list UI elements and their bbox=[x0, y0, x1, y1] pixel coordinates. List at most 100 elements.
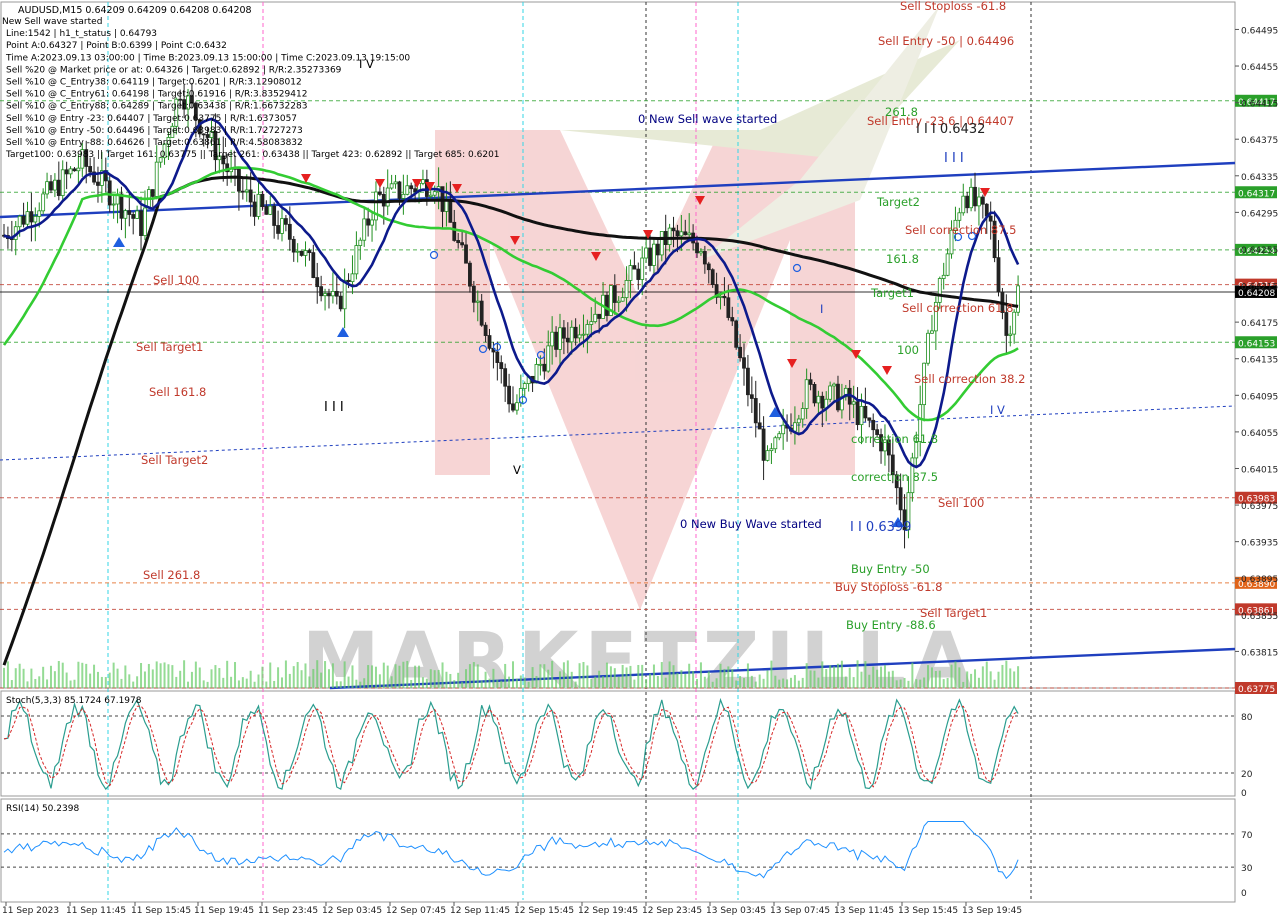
candle-body bbox=[370, 219, 374, 226]
candle-body bbox=[961, 195, 966, 214]
volume-bar bbox=[136, 676, 139, 688]
volume-bar bbox=[629, 665, 632, 688]
volume-bar bbox=[786, 679, 789, 688]
chart-annotation: 0 New Buy Wave started bbox=[680, 517, 822, 531]
candle-body bbox=[812, 384, 817, 404]
symbol-line: AUDUSD,M15 0.64209 0.64209 0.64208 0.642… bbox=[18, 5, 252, 16]
volume-bar bbox=[613, 668, 616, 688]
volume-bar bbox=[190, 671, 193, 688]
candle-body bbox=[21, 215, 26, 225]
volume-bar bbox=[390, 676, 393, 688]
volume-bar bbox=[750, 675, 753, 688]
candle-body bbox=[456, 240, 461, 244]
candle-body bbox=[260, 193, 265, 208]
volume-bar bbox=[876, 669, 879, 688]
volume-bar bbox=[214, 665, 217, 688]
volume-bar bbox=[801, 677, 804, 688]
stoch-label: Stoch(5,3,3) 85.1724 67.1978 bbox=[6, 696, 142, 706]
volume-bar bbox=[985, 661, 988, 688]
candle-body bbox=[565, 337, 570, 343]
candle-body bbox=[338, 295, 343, 310]
candle-body bbox=[585, 324, 590, 335]
volume-bar bbox=[793, 675, 796, 688]
candle-body bbox=[354, 245, 359, 275]
candle-body bbox=[969, 186, 973, 209]
volume-bar bbox=[754, 681, 757, 688]
volume-bar bbox=[668, 661, 671, 688]
volume-bar bbox=[633, 679, 636, 688]
volume-bar bbox=[907, 680, 910, 688]
volume-bar bbox=[378, 674, 381, 688]
candle-body bbox=[546, 345, 551, 372]
volume-bar bbox=[1017, 666, 1020, 688]
candle-body bbox=[562, 327, 566, 339]
volume-bar bbox=[848, 667, 851, 688]
candle-body bbox=[319, 286, 324, 297]
volume-bar bbox=[143, 671, 146, 688]
volume-bar bbox=[292, 666, 295, 688]
candle-body bbox=[421, 179, 425, 184]
volume-bar bbox=[919, 679, 922, 688]
candle-body bbox=[554, 331, 558, 350]
candle-body bbox=[131, 214, 136, 219]
volume-bar bbox=[927, 665, 930, 688]
candle-body bbox=[143, 207, 147, 236]
volume-bar bbox=[989, 671, 992, 688]
candle-body bbox=[377, 191, 382, 195]
price-tick-label: 0.64495 bbox=[1241, 26, 1278, 36]
chart-annotation: correction 87.5 bbox=[851, 470, 938, 484]
candle-body bbox=[464, 244, 468, 264]
volume-bar bbox=[672, 665, 675, 688]
candle-body bbox=[452, 221, 457, 241]
candle-body bbox=[722, 295, 727, 299]
price-tag-label: 0.64153 bbox=[1238, 339, 1275, 349]
candle-body bbox=[303, 250, 308, 256]
volume-bar bbox=[566, 660, 569, 688]
volume-bar bbox=[206, 681, 209, 688]
volume-bar bbox=[887, 671, 890, 688]
volume-bar bbox=[210, 669, 213, 688]
candle-body bbox=[495, 351, 500, 363]
price-tick-label: 0.64455 bbox=[1241, 63, 1278, 73]
volume-bar bbox=[974, 669, 977, 688]
volume-bar bbox=[891, 670, 894, 688]
rsi-line bbox=[3, 821, 1019, 880]
volume-bar bbox=[617, 676, 620, 688]
candle-body bbox=[667, 227, 672, 245]
info-line: Line:1542 | h1_t_status | 0.64793 bbox=[6, 29, 157, 39]
candle-body bbox=[620, 297, 625, 302]
info-line: Sell %10 @ C_Entry88: 0.64289 | Target:0… bbox=[6, 102, 307, 112]
candle-body bbox=[389, 183, 394, 189]
volume-bar bbox=[609, 666, 612, 688]
volume-bar bbox=[739, 676, 742, 688]
chart-annotation: I V bbox=[990, 403, 1005, 417]
candle-body bbox=[291, 238, 296, 253]
info-line: Sell %10 @ Entry -23: 0.64407 | Target:0… bbox=[6, 114, 297, 124]
candle-body bbox=[237, 168, 241, 192]
time-tick-label: 12 Sep 07:45 bbox=[386, 906, 446, 916]
volume-bar bbox=[551, 660, 554, 688]
chart-annotation: I bbox=[820, 302, 823, 316]
volume-bar bbox=[872, 666, 875, 688]
volume-bar bbox=[715, 678, 718, 688]
chart-annotation: Sell correction 38.2 bbox=[914, 372, 1025, 386]
candle-body bbox=[483, 324, 488, 336]
volume-bar bbox=[531, 667, 534, 688]
candle-body bbox=[507, 385, 511, 405]
volume-bar bbox=[664, 677, 667, 688]
price-tag-label: 0.64317 bbox=[1238, 189, 1275, 199]
time-tick-label: 13 Sep 11:45 bbox=[834, 906, 894, 916]
volume-bar bbox=[96, 671, 99, 688]
candle-body bbox=[29, 211, 34, 223]
candle-body bbox=[605, 294, 609, 316]
candle-body bbox=[72, 168, 77, 172]
volume-bar bbox=[371, 665, 374, 688]
volume-bar bbox=[1013, 671, 1016, 688]
candle-body bbox=[405, 185, 410, 195]
volume-bar bbox=[241, 677, 244, 688]
info-line: Target100: 0.63983 || Target 161: 0.6377… bbox=[5, 150, 500, 160]
volume-bar bbox=[938, 670, 941, 688]
volume-bar bbox=[582, 661, 585, 688]
time-tick-label: 11 Sep 19:45 bbox=[194, 906, 254, 916]
volume-bar bbox=[22, 668, 25, 688]
